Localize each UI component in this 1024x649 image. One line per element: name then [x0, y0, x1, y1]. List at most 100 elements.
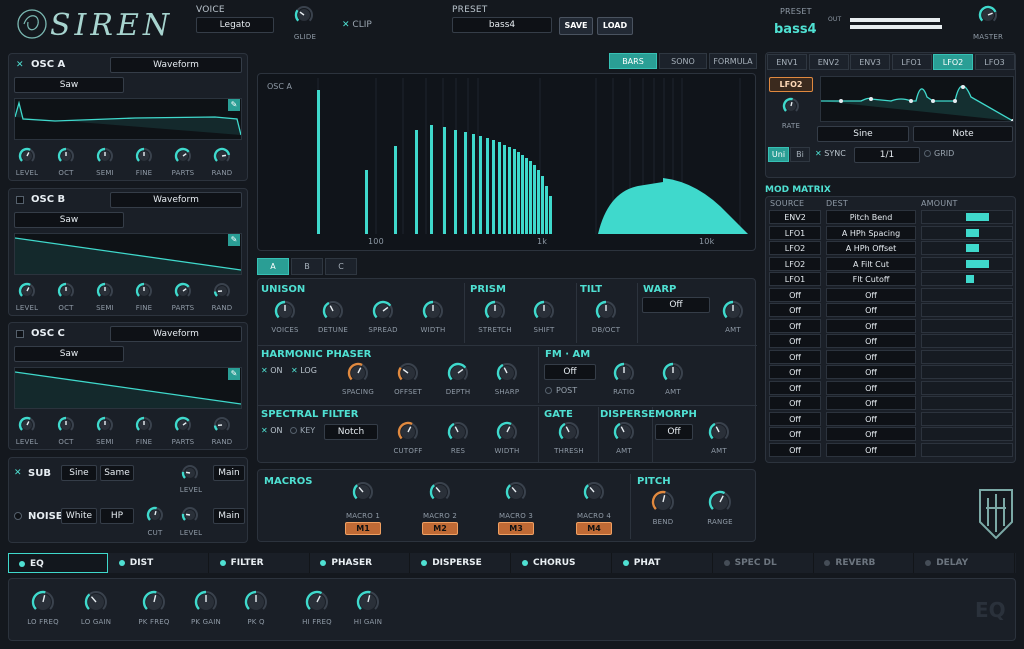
- macro-2-button[interactable]: M2: [422, 522, 458, 535]
- unison-spread-knob[interactable]: [372, 300, 394, 322]
- osc-a-mode[interactable]: Waveform: [110, 57, 242, 73]
- mm-source[interactable]: Off: [769, 442, 821, 457]
- tab-a[interactable]: A: [257, 258, 289, 275]
- voice-select[interactable]: Legato: [196, 17, 274, 33]
- mm-dest[interactable]: A Filt Cut: [826, 256, 916, 271]
- osc-b-wave[interactable]: Saw: [14, 212, 124, 228]
- mm-amount-slider[interactable]: [921, 349, 1013, 364]
- mm-source[interactable]: Off: [769, 349, 821, 364]
- fx-tab-eq[interactable]: EQ: [8, 553, 108, 573]
- mm-dest[interactable]: Off: [826, 318, 916, 333]
- unison-detune-knob[interactable]: [322, 300, 344, 322]
- mm-source[interactable]: Off: [769, 334, 821, 348]
- disperse-amt-knob[interactable]: [613, 421, 635, 443]
- noise-output[interactable]: Main: [213, 508, 245, 524]
- lfo-division-select[interactable]: 1/1: [854, 147, 920, 163]
- filter-width-knob[interactable]: [496, 421, 518, 443]
- master-knob[interactable]: [978, 5, 998, 25]
- noise-type[interactable]: White: [61, 508, 97, 524]
- pitch-bend-knob[interactable]: [651, 490, 675, 514]
- gate-thresh-knob[interactable]: [558, 421, 580, 443]
- lfo-grid-toggle[interactable]: GRID: [924, 149, 954, 158]
- mm-amount-slider[interactable]: [921, 365, 1013, 379]
- eq-pk-freq-knob[interactable]: [142, 590, 166, 614]
- filter-key-toggle[interactable]: KEY: [290, 426, 315, 435]
- osc-b-mode[interactable]: Waveform: [110, 192, 242, 208]
- fx-tab-phat[interactable]: PHAT: [612, 553, 713, 573]
- clip-checkbox[interactable]: ✕ CLIP: [342, 20, 372, 30]
- fm-post-toggle[interactable]: POST: [545, 386, 577, 395]
- osc-c-parts-knob[interactable]: [174, 416, 192, 434]
- mm-source[interactable]: LFO1: [769, 272, 821, 286]
- mm-amount-slider[interactable]: [921, 318, 1013, 333]
- tab-b[interactable]: B: [291, 258, 323, 275]
- noise-filter[interactable]: HP: [100, 508, 134, 524]
- tab-env2[interactable]: ENV2: [808, 54, 849, 70]
- fx-tab-dist[interactable]: DIST: [108, 553, 209, 573]
- osc-c-fine-knob[interactable]: [135, 416, 153, 434]
- tilt-dboct-knob[interactable]: [595, 300, 617, 322]
- eq-lo-freq-knob[interactable]: [31, 590, 55, 614]
- osc-a-level-knob[interactable]: [18, 147, 36, 165]
- macro-1-knob[interactable]: [352, 481, 374, 503]
- osc-a-rand-knob[interactable]: [213, 147, 231, 165]
- morph-select[interactable]: Off: [655, 424, 693, 440]
- tab-env1[interactable]: ENV1: [767, 54, 807, 70]
- fm-am-select[interactable]: Off: [544, 364, 596, 380]
- osc-a-oct-knob[interactable]: [57, 147, 75, 165]
- mm-dest[interactable]: Off: [826, 442, 916, 457]
- noise-level-knob[interactable]: [181, 506, 199, 524]
- osc-c-enable[interactable]: [16, 330, 24, 338]
- lfo-mode-select[interactable]: Note: [913, 126, 1013, 142]
- tab-bars[interactable]: BARS: [609, 53, 657, 69]
- mm-source[interactable]: Off: [769, 287, 821, 302]
- filter-on-toggle[interactable]: ✕ ON: [261, 426, 283, 435]
- mm-source[interactable]: LFO1: [769, 225, 821, 240]
- mm-dest[interactable]: Off: [826, 287, 916, 302]
- fx-tab-chorus[interactable]: CHORUS: [512, 553, 612, 573]
- lfo-rate-knob[interactable]: [782, 97, 800, 115]
- phaser-spacing-knob[interactable]: [347, 362, 369, 384]
- mm-dest[interactable]: Off: [826, 396, 916, 410]
- filter-type-select[interactable]: Notch: [324, 424, 378, 440]
- tab-formula[interactable]: FORMULA: [709, 53, 757, 69]
- eq-pk-q-knob[interactable]: [244, 590, 268, 614]
- mm-source[interactable]: ENV2: [769, 210, 821, 224]
- fx-tab-disperse[interactable]: DISPERSE: [411, 553, 512, 573]
- sub-output[interactable]: Main: [213, 465, 245, 481]
- prism-shift-knob[interactable]: [533, 300, 555, 322]
- mm-dest[interactable]: A HPh Offset: [826, 241, 916, 255]
- osc-c-mode[interactable]: Waveform: [110, 326, 242, 342]
- phaser-on-toggle[interactable]: ✕ ON: [261, 366, 283, 375]
- osc-a-fine-knob[interactable]: [135, 147, 153, 165]
- lfo-sync-toggle[interactable]: ✕ SYNC: [815, 149, 846, 158]
- tab-env3[interactable]: ENV3: [850, 54, 890, 70]
- fm-amt-knob[interactable]: [662, 362, 684, 384]
- mm-source[interactable]: Off: [769, 303, 821, 317]
- lfo-shape-select[interactable]: Sine: [817, 126, 909, 142]
- osc-c-edit-icon[interactable]: ✎: [228, 368, 240, 380]
- unison-voices-knob[interactable]: [274, 300, 296, 322]
- mm-dest[interactable]: Off: [826, 349, 916, 364]
- mm-amount-slider[interactable]: [921, 334, 1013, 348]
- mm-dest[interactable]: Off: [826, 380, 916, 395]
- lfo-uni-button[interactable]: Uni: [768, 147, 789, 162]
- macro-3-button[interactable]: M3: [498, 522, 534, 535]
- tab-c[interactable]: C: [325, 258, 357, 275]
- osc-b-parts-knob[interactable]: [174, 282, 192, 300]
- tab-sono[interactable]: SONO: [659, 53, 707, 69]
- mm-amount-slider[interactable]: [921, 411, 1013, 426]
- macro-1-button[interactable]: M1: [345, 522, 381, 535]
- mm-amount-slider[interactable]: [921, 303, 1013, 317]
- osc-b-fine-knob[interactable]: [135, 282, 153, 300]
- noise-enable[interactable]: [14, 512, 22, 520]
- osc-a-wave[interactable]: Saw: [14, 77, 124, 93]
- eq-lo-gain-knob[interactable]: [84, 590, 108, 614]
- fx-tab-filter[interactable]: FILTER: [209, 553, 310, 573]
- mm-source[interactable]: Off: [769, 396, 821, 410]
- mm-dest[interactable]: A HPh Spacing: [826, 225, 916, 240]
- glide-knob[interactable]: [294, 5, 314, 25]
- phaser-sharp-knob[interactable]: [496, 362, 518, 384]
- lfo-name-button[interactable]: LFO2: [769, 77, 813, 92]
- fx-tab-phaser[interactable]: PHASER: [310, 553, 411, 573]
